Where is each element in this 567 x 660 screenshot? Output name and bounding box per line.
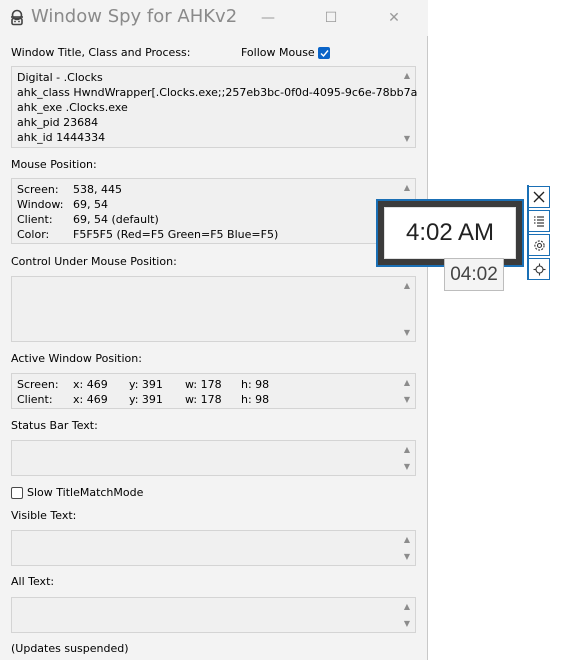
maximize-icon: ☐ (324, 10, 338, 26)
window-title-section-label: Window Title, Class and Process: (11, 46, 191, 59)
window-title: Window Spy for AHKv2 (31, 6, 238, 27)
scroll-up-arrow-icon[interactable]: ▲ (402, 445, 412, 455)
scroll-up-arrow-icon[interactable]: ▲ (402, 183, 412, 193)
title-bar[interactable]: Window Spy for AHKv2 — ☐ ✕ (0, 0, 428, 36)
window-info-line: ahk_id 1444334 (17, 131, 106, 144)
status-bar-text-label: Status Bar Text: (11, 419, 98, 432)
active-w: w: 178 (185, 393, 222, 406)
window-info-line: ahk_exe .Clocks.exe (17, 101, 128, 114)
scroll-up-arrow-icon[interactable]: ▲ (402, 378, 412, 388)
scroll-down-arrow-icon[interactable]: ▼ (402, 395, 412, 405)
all-text-textbox[interactable]: ▲ ▼ (11, 597, 416, 633)
clock-tooltip: 04:02 (444, 258, 504, 291)
close-button[interactable]: ✕ (371, 0, 417, 36)
active-y: y: 391 (129, 378, 163, 391)
scroll-up-arrow-icon[interactable]: ▲ (402, 535, 412, 545)
slow-titlematchmode-checkbox[interactable] (11, 487, 23, 499)
active-x: x: 469 (73, 393, 108, 406)
scroll-up-arrow-icon[interactable]: ▲ (402, 71, 412, 81)
scroll-down-arrow-icon[interactable]: ▼ (402, 134, 412, 144)
mouse-key: Color: (17, 228, 50, 241)
clock-settings-button[interactable] (528, 234, 550, 256)
follow-mouse-checkbox[interactable] (318, 47, 330, 59)
clock-widget[interactable]: 4:02 AM (376, 199, 524, 267)
window-info-line: Digital - .Clocks (17, 71, 103, 84)
close-icon: ✕ (388, 10, 400, 26)
move-crosshair-icon (533, 263, 545, 275)
mouse-value: 538, 445 (73, 183, 122, 196)
control-under-mouse-label: Control Under Mouse Position: (11, 255, 177, 268)
gear-icon (533, 239, 545, 251)
active-key: Client: (17, 393, 53, 406)
window-spy-app-icon (8, 9, 26, 27)
active-x: x: 469 (73, 378, 108, 391)
mouse-value: 69, 54 (73, 198, 108, 211)
window-info-line: ahk_class HwndWrapper[.Clocks.exe;;257eb… (17, 86, 418, 99)
mouse-value: F5F5F5 (Red=F5 Green=F5 Blue=F5) (73, 228, 279, 241)
visible-text-label: Visible Text: (11, 509, 77, 522)
window-info-line: ahk_pid 23684 (17, 116, 99, 129)
scroll-down-arrow-icon[interactable]: ▼ (402, 552, 412, 562)
active-h: h: 98 (241, 378, 270, 391)
check-icon (320, 50, 329, 58)
scroll-down-arrow-icon[interactable]: ▼ (402, 462, 412, 472)
status-bar-textbox[interactable]: ▲ ▼ (11, 440, 416, 476)
active-h: h: 98 (241, 393, 270, 406)
clock-move-button[interactable] (528, 258, 550, 280)
window-spy-window: Window Spy for AHKv2 — ☐ ✕ Window Title,… (0, 0, 428, 660)
active-key: Screen: (17, 378, 59, 391)
scroll-up-arrow-icon[interactable]: ▲ (402, 281, 412, 291)
mouse-position-textbox[interactable]: Screen: 538, 445 Window: 69, 54 Client: … (11, 178, 416, 244)
active-w: w: 178 (185, 378, 222, 391)
clock-time: 4:02 AM (384, 207, 516, 259)
mouse-key: Screen: (17, 183, 59, 196)
follow-mouse-label[interactable]: Follow Mouse (241, 46, 315, 59)
scroll-down-arrow-icon[interactable]: ▼ (402, 328, 412, 338)
control-position-textbox[interactable]: ▲ ▼ (11, 276, 416, 342)
all-text-label: All Text: (11, 575, 55, 588)
slow-titlematchmode-label[interactable]: Slow TitleMatchMode (27, 486, 143, 499)
mouse-position-label: Mouse Position: (11, 158, 97, 171)
clock-list-button[interactable] (528, 210, 550, 232)
window-info-textbox[interactable]: Digital - .Clocks ahk_class HwndWrapper[… (11, 66, 418, 148)
active-y: y: 391 (129, 393, 163, 406)
minimize-icon: — (261, 10, 275, 26)
maximize-button[interactable]: ☐ (308, 0, 354, 36)
close-icon (533, 191, 545, 203)
minimize-button[interactable]: — (245, 0, 291, 36)
active-window-position-label: Active Window Position: (11, 352, 142, 365)
clock-close-button[interactable] (528, 186, 550, 208)
visible-text-textbox[interactable]: ▲ ▼ (11, 530, 416, 566)
mouse-key: Client: (17, 213, 53, 226)
scroll-down-arrow-icon[interactable]: ▼ (402, 619, 412, 629)
list-icon (534, 216, 544, 227)
mouse-key: Window: (17, 198, 64, 211)
mouse-value: 69, 54 (default) (73, 213, 159, 226)
scroll-up-arrow-icon[interactable]: ▲ (402, 602, 412, 612)
active-window-position-textbox[interactable]: Screen: x: 469 y: 391 w: 178 h: 98 Clien… (11, 373, 416, 409)
updates-status-text: (Updates suspended) (11, 642, 129, 655)
